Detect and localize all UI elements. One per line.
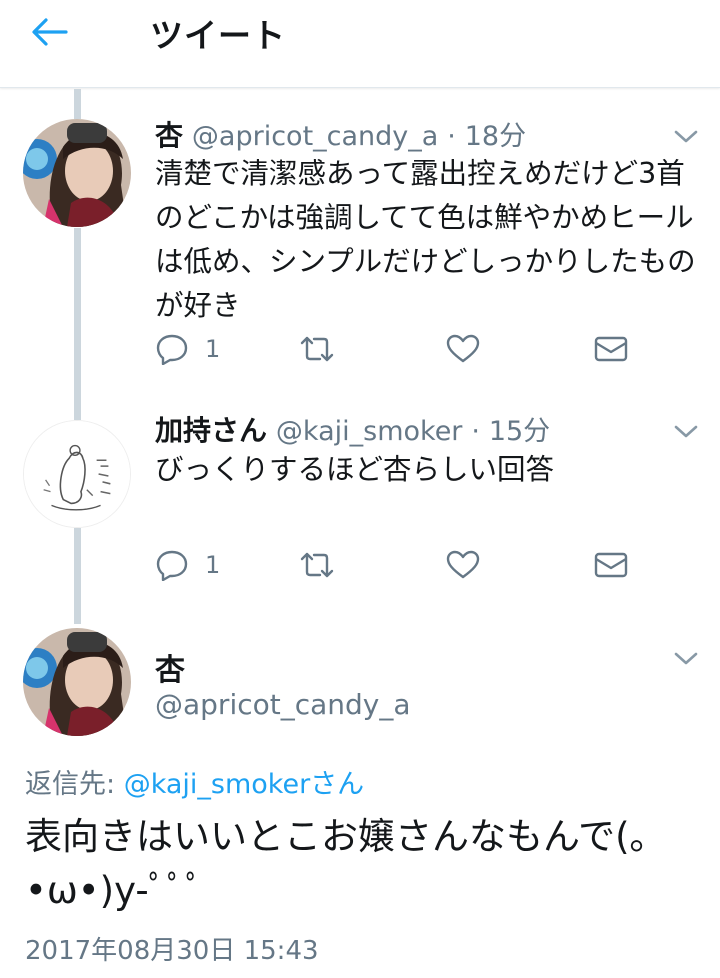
tweet-text: 清楚で清潔感あって露出控えめだけど3首のどこかは強調してて色は鮮やかめヒールは低… [155, 157, 696, 322]
author-name[interactable]: 杏 [155, 119, 183, 152]
thread-line [74, 528, 81, 624]
reply-to-label: 返信先: [25, 769, 124, 800]
like-button[interactable] [446, 334, 480, 364]
like-button[interactable] [446, 550, 480, 580]
heart-icon [446, 334, 480, 363]
thread-line [74, 228, 81, 420]
tweet-menu-button[interactable] [672, 648, 700, 668]
author-handle[interactable]: @kaji_smoker [276, 416, 462, 447]
retweet-icon [300, 336, 334, 362]
tweet-time: 18分 [464, 121, 527, 152]
tweet-text: びっくりするほど杏らしい回答 [155, 453, 555, 486]
thread-line [74, 89, 81, 119]
reply-button[interactable]: 1 [155, 333, 220, 365]
author-name[interactable]: 加持さん [155, 414, 267, 447]
direct-message-button[interactable] [594, 335, 628, 363]
retweet-icon [300, 552, 334, 578]
direct-message-button[interactable] [594, 551, 628, 579]
heart-icon [446, 550, 480, 579]
author-handle[interactable]: @apricot_candy_a [155, 688, 411, 721]
page-title: ツイート [150, 16, 286, 55]
author-name[interactable]: 杏 [155, 645, 185, 689]
reply-icon [156, 550, 188, 581]
separator-dot: · [447, 121, 456, 152]
back-button[interactable] [30, 12, 86, 52]
retweet-button[interactable] [298, 334, 336, 364]
chevron-down-icon [674, 652, 698, 665]
reply-count: 1 [205, 551, 221, 579]
reply-icon [156, 334, 188, 365]
reply-count: 1 [205, 335, 221, 363]
reply-button[interactable]: 1 [155, 549, 220, 581]
reply-to-link[interactable]: @kaji_smokerさん [124, 769, 364, 800]
avatar[interactable] [23, 420, 131, 528]
tweet-time: 15分 [488, 416, 551, 447]
envelope-icon [594, 336, 628, 362]
tweet-menu-button[interactable] [672, 126, 700, 146]
chevron-down-icon [674, 425, 698, 438]
reply-to-line: 返信先: @kaji_smokerさん [25, 762, 364, 801]
avatar[interactable] [23, 628, 131, 736]
tweet-menu-button[interactable] [672, 421, 700, 441]
arrow-left-icon [32, 18, 68, 46]
avatar[interactable] [23, 119, 131, 227]
tweet-header: 杏 @apricot_candy_a · 18分 [155, 118, 526, 155]
tweet-header: 加持さん @kaji_smoker · 15分 [155, 413, 550, 450]
tweet-text: 表向きはいいとこお嬢さんなもんで(｡•ω•)y-ﾟﾟﾟ [25, 815, 649, 912]
envelope-icon [594, 552, 628, 578]
separator-dot: · [471, 416, 480, 447]
author-handle[interactable]: @apricot_candy_a [192, 121, 438, 152]
tweet-timestamp: 2017年08月30日 15:43 [25, 936, 319, 966]
chevron-down-icon [674, 130, 698, 143]
top-app-bar: ツイート [0, 0, 720, 88]
retweet-button[interactable] [298, 550, 336, 580]
